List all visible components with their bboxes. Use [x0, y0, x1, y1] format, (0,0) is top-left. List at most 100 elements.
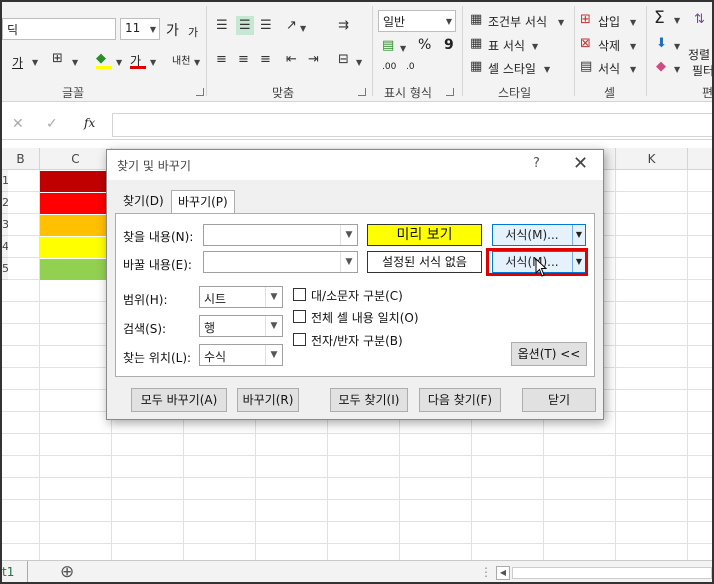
clear-icon[interactable]: ◆ [656, 59, 666, 74]
find-format-label[interactable]: 서식(M)... [493, 225, 571, 245]
close-icon[interactable]: ✕ [573, 153, 588, 174]
shrink-font-button[interactable]: 가 [188, 24, 198, 40]
align-launcher-icon[interactable] [358, 88, 366, 96]
chevron-down-icon: ▼ [150, 58, 157, 67]
formula-input[interactable] [112, 113, 712, 137]
match-case-label[interactable]: 대/소문자 구분(C) [311, 287, 403, 304]
insert-function-icon[interactable]: fx [84, 116, 95, 130]
decrease-indent-icon[interactable]: ⇤ [286, 52, 297, 67]
accounting-format-icon[interactable]: ▤ [382, 38, 394, 53]
chevron-down-icon[interactable]: ▼ [265, 345, 282, 365]
separator [27, 561, 28, 582]
format-button[interactable]: 서식 [598, 60, 620, 77]
match-entire-label[interactable]: 전체 셀 내용 일치(O) [311, 309, 419, 326]
grid-line [2, 433, 712, 434]
chevron-down-icon: ▼ [674, 65, 681, 74]
chevron-down-icon: ▼ [445, 17, 452, 26]
delete-button[interactable]: 삭제 [598, 37, 620, 54]
percent-button[interactable]: % [418, 37, 431, 53]
sheet-tab[interactable]: t1 [2, 565, 14, 579]
autosum-button[interactable]: Σ [654, 8, 665, 28]
fill-icon[interactable]: ⬇ [656, 36, 667, 51]
row-header[interactable]: 5 [2, 258, 8, 280]
row-header[interactable]: 1 [2, 170, 8, 192]
number-launcher-icon[interactable] [446, 88, 454, 96]
match-byte-checkbox[interactable] [293, 333, 306, 346]
replace-input[interactable]: ▼ [203, 251, 358, 273]
chevron-down-icon[interactable]: ▼ [265, 316, 282, 336]
horizontal-scrollbar[interactable] [512, 567, 712, 579]
enter-icon[interactable]: ✓ [46, 116, 58, 132]
chevron-down-icon[interactable]: ▼ [265, 287, 282, 307]
chevron-down-icon[interactable]: ▼ [340, 225, 357, 245]
search-select[interactable]: 행 ▼ [199, 315, 283, 337]
align-bottom-icon[interactable]: ☰ [260, 18, 272, 33]
insert-cells-icon: ⊞ [580, 12, 591, 27]
sort-filter-label-2[interactable]: 필터 [692, 62, 712, 79]
within-select[interactable]: 시트 ▼ [199, 286, 283, 308]
colored-cell[interactable] [40, 193, 112, 214]
cancel-icon[interactable]: ✕ [12, 116, 24, 132]
decrease-decimal-button[interactable]: .0 [406, 62, 415, 72]
font-launcher-icon[interactable] [196, 88, 204, 96]
align-middle-icon[interactable]: ☰ [236, 16, 254, 35]
comma-button[interactable]: 9 [444, 37, 454, 53]
add-sheet-icon[interactable]: ⊕ [60, 562, 74, 582]
row-header[interactable]: 3 [2, 214, 8, 236]
font-name-box[interactable]: 딕 [2, 18, 116, 40]
wrap-text-icon[interactable]: ⇉ [338, 18, 349, 33]
row-header[interactable]: 4 [2, 236, 8, 258]
find-next-button[interactable]: 다음 찾기(F) [419, 388, 501, 412]
number-format-box[interactable]: 일반 ▼ [378, 10, 456, 32]
chevron-down-icon: ▼ [674, 16, 681, 25]
colored-cell[interactable] [40, 259, 112, 280]
phonetic-button[interactable]: 내천 [172, 52, 190, 67]
find-all-button[interactable]: 모두 찾기(I) [330, 388, 408, 412]
column-header-b[interactable]: B [2, 148, 40, 170]
font-size-box[interactable]: 11 ▼ [120, 18, 160, 40]
sort-filter-label-1[interactable]: 정렬 [688, 46, 710, 63]
insert-button[interactable]: 삽입 [598, 13, 620, 30]
align-left-icon[interactable]: ≡ [216, 52, 227, 67]
chevron-down-icon[interactable]: ▼ [340, 252, 357, 272]
colored-cell[interactable] [40, 215, 112, 236]
close-button[interactable]: 닫기 [522, 388, 596, 412]
help-icon[interactable]: ? [533, 156, 540, 171]
cell-style-button[interactable]: 셀 스타일 [488, 60, 536, 77]
match-byte-label[interactable]: 전자/반자 구분(B) [311, 332, 403, 349]
tab-replace[interactable]: 바꾸기(P) [171, 190, 235, 215]
align-right-icon[interactable]: ≡ [260, 52, 271, 67]
match-case-checkbox[interactable] [293, 288, 306, 301]
replace-all-button[interactable]: 모두 바꾸기(A) [131, 388, 227, 412]
fill-color-icon[interactable]: ◆ [96, 51, 106, 66]
orientation-icon[interactable]: ↗ [286, 18, 297, 33]
cells-group-label: 셀 [604, 86, 616, 100]
borders-icon[interactable]: ⊞ [52, 51, 63, 66]
align-top-icon[interactable]: ☰ [216, 18, 228, 33]
column-header-c[interactable]: C [40, 148, 112, 170]
scroll-left-icon[interactable]: ◀ [496, 566, 510, 580]
align-center-icon[interactable]: ≡ [238, 52, 249, 67]
increase-decimal-button[interactable]: .00 [382, 62, 396, 72]
replace-button[interactable]: 바꾸기(R) [237, 388, 299, 412]
tab-find[interactable]: 찾기(D) [117, 190, 170, 214]
column-header-k[interactable]: K [616, 148, 688, 170]
style-group-label: 스타일 [498, 86, 532, 100]
row-header[interactable]: 2 [2, 192, 8, 214]
fill-color-bar [96, 66, 112, 69]
lookin-select[interactable]: 수식 ▼ [199, 344, 283, 366]
chevron-down-icon[interactable]: ▼ [572, 225, 585, 245]
dialog-titlebar[interactable]: 찾기 및 바꾸기 ? ✕ [107, 150, 603, 180]
find-format-button[interactable]: 서식(M)... ▼ [492, 224, 586, 246]
merge-center-icon[interactable]: ⊟ [338, 52, 349, 67]
grow-font-button[interactable]: 가 [166, 20, 179, 40]
conditional-format-button[interactable]: 조건부 서식 [488, 13, 547, 30]
colored-cell[interactable] [40, 171, 112, 192]
match-entire-checkbox[interactable] [293, 310, 306, 323]
colored-cell[interactable] [40, 237, 112, 258]
find-input[interactable]: ▼ [203, 224, 358, 246]
increase-indent-icon[interactable]: ⇥ [308, 52, 319, 67]
underline-button[interactable]: 가 [12, 54, 23, 71]
options-button[interactable]: 옵션(T) << [511, 342, 587, 366]
table-format-button[interactable]: 표 서식 [488, 37, 525, 54]
